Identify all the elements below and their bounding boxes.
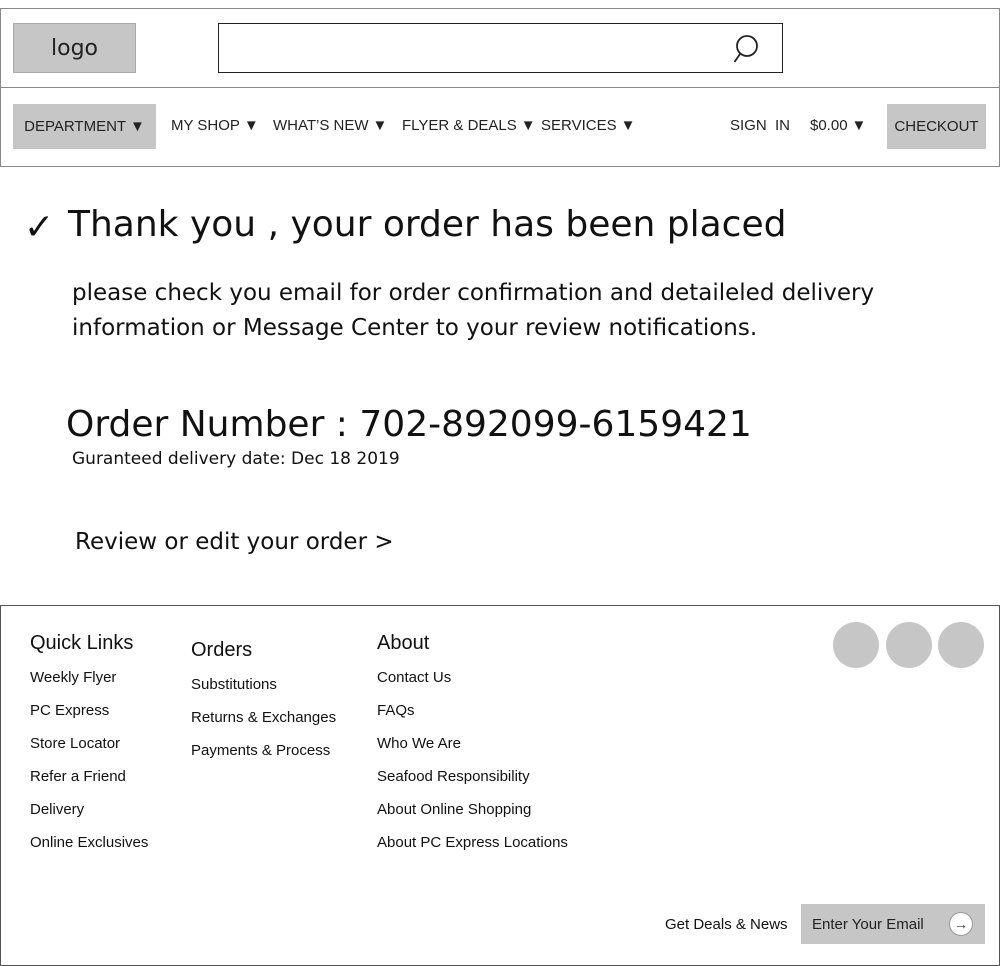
footer-quick-links: Quick Links Weekly Flyer PC Express Stor… [30,632,148,867]
footer-about: About Contact Us FAQs Who We Are Seafood… [377,632,568,867]
nav-my-shop-label: MY SHOP [171,117,240,134]
footer-link[interactable]: Returns & Exchanges [191,709,336,742]
footer-link[interactable]: About Online Shopping [377,801,568,834]
footer-heading: About [377,632,430,654]
footer-link[interactable]: Substitutions [191,676,336,709]
footer-link[interactable]: Seafood Responsibility [377,768,568,801]
footer-link[interactable]: Refer a Friend [30,768,148,801]
nav-whats-new-label: WHAT’S NEW [273,117,369,134]
search-bar[interactable] [218,23,783,73]
delivery-date: Guranteed delivery date: Dec 18 2019 [72,449,400,469]
newsletter-form: → [801,904,985,944]
footer-link[interactable]: Online Exclusives [30,834,148,867]
footer: Quick Links Weekly Flyer PC Express Stor… [0,605,1000,966]
main-nav: DEPARTMENT ▼ MY SHOP ▼ WHAT’S NEW ▼ FLYER … [0,87,1000,167]
checkmark-icon: ✓ [24,207,55,248]
dropdown-arrow-icon: ▼ [372,117,388,134]
nav-whats-new[interactable]: WHAT’S NEW ▼ [273,117,387,134]
order-number: Order Number : 702-892099-6159421 [66,404,752,445]
footer-heading: Quick Links [30,632,134,654]
dropdown-arrow-icon: ▼ [520,117,536,134]
logo[interactable]: logo [13,23,136,73]
arrow-right-icon[interactable]: → [949,912,973,936]
dropdown-arrow-icon: ▼ [620,117,636,134]
cart-total-button[interactable]: $0.00 ▼ [810,117,866,134]
footer-link[interactable]: Store Locator [30,735,148,768]
page-title: Thank you , your order has been placed [68,204,787,245]
sign-in-link[interactable]: SIGN IN [730,117,790,134]
dropdown-arrow-icon: ▼ [851,117,867,134]
footer-orders: Orders Substitutions Returns & Exchanges… [191,639,336,775]
newsletter-label: Get Deals & News [665,916,788,933]
dropdown-arrow-icon: ▼ [243,117,259,134]
footer-link[interactable]: FAQs [377,702,568,735]
footer-link[interactable]: Who We Are [377,735,568,768]
footer-link[interactable]: About PC Express Locations [377,834,568,867]
nav-flyer-deals-label: FLYER & DEALS [402,117,517,134]
email-input[interactable] [801,904,941,944]
footer-link[interactable]: Weekly Flyer [30,669,148,702]
footer-link[interactable]: PC Express [30,702,148,735]
nav-my-shop[interactable]: MY SHOP ▼ [171,117,259,134]
cart-total: $0.00 [810,117,848,134]
footer-heading: Orders [191,639,253,661]
nav-flyer-deals[interactable]: FLYER & DEALS ▼ [402,117,536,134]
checkout-button[interactable]: CHECKOUT [887,104,986,149]
social-icon[interactable] [938,622,984,668]
review-order-link[interactable]: Review or edit your order > [75,529,394,555]
nav-services-label: SERVICES [541,117,617,134]
header-top-bar: logo [0,8,1000,88]
social-icon[interactable] [833,622,879,668]
department-menu-button[interactable]: DEPARTMENT ▼ [13,104,156,149]
footer-link[interactable]: Contact Us [377,669,568,702]
nav-services[interactable]: SERVICES ▼ [541,117,635,134]
social-icon[interactable] [886,622,932,668]
footer-link[interactable]: Payments & Process [191,742,336,775]
footer-link[interactable]: Delivery [30,801,148,834]
search-icon[interactable] [734,34,762,64]
search-input[interactable] [219,24,782,72]
confirmation-message: please check you email for order confirm… [72,280,875,341]
